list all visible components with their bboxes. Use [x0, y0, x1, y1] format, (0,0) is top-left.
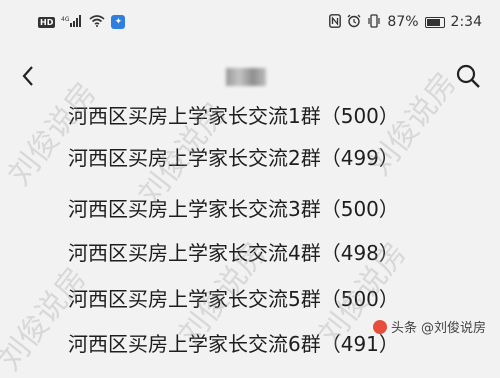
list-item[interactable]: 河西区买房上学家长交流2群（499） — [68, 138, 399, 178]
group-name: 河西区买房上学家长交流5群 — [68, 287, 321, 311]
battery-icon — [424, 16, 445, 28]
list-item[interactable]: 河西区买房上学家长交流1群（500） — [68, 96, 399, 136]
battery-fill — [426, 18, 440, 26]
group-count: （500） — [320, 104, 399, 128]
search-button[interactable] — [454, 62, 482, 90]
group-name: 河西区买房上学家长交流6群 — [68, 332, 321, 356]
brand-mark: 头条 @刘俊说房 — [372, 317, 486, 336]
page-title-blurred — [226, 68, 266, 86]
4g-signal-icon: 4G — [61, 15, 83, 29]
nfc-icon — [329, 14, 342, 30]
wifi-icon — [89, 15, 105, 29]
vibrate-icon — [367, 14, 381, 30]
status-right: 87% 2:34 — [329, 14, 482, 30]
group-name: 河西区买房上学家长交流4群 — [68, 241, 321, 265]
list-item[interactable]: 河西区买房上学家长交流4群（498） — [68, 233, 399, 273]
battery-percent: 87% — [387, 14, 419, 30]
app-icon: ✦ — [111, 15, 126, 29]
list-item[interactable]: 河西区买房上学家长交流5群（500） — [68, 279, 399, 319]
group-count: （500） — [320, 287, 399, 311]
nav-bar — [0, 52, 500, 100]
clock: 2:34 — [450, 14, 482, 30]
status-bar: HD 4G ✦ 87% 2:34 — [0, 0, 500, 44]
hd-badge: HD — [38, 16, 56, 28]
brand-suffix: @刘俊说房 — [420, 321, 486, 336]
brand-prefix: 头条 — [390, 321, 417, 336]
status-left: HD 4G ✦ — [38, 15, 126, 29]
alarm-icon — [347, 14, 361, 30]
search-icon — [456, 64, 480, 88]
group-name: 河西区买房上学家长交流2群 — [68, 146, 321, 170]
group-count: （500） — [320, 197, 399, 221]
network-label: 4G — [61, 16, 70, 23]
group-name: 河西区买房上学家长交流3群 — [68, 197, 321, 221]
group-count: （498） — [320, 241, 399, 265]
back-button[interactable] — [14, 60, 42, 92]
chevron-left-icon — [22, 66, 33, 86]
group-count: （499） — [320, 146, 399, 170]
brand-logo-icon — [372, 319, 387, 334]
list-item[interactable]: 河西区买房上学家长交流3群（500） — [68, 189, 399, 229]
list-item[interactable]: 河西区买房上学家长交流6群（491） — [68, 324, 399, 364]
group-name: 河西区买房上学家长交流1群 — [68, 104, 321, 128]
